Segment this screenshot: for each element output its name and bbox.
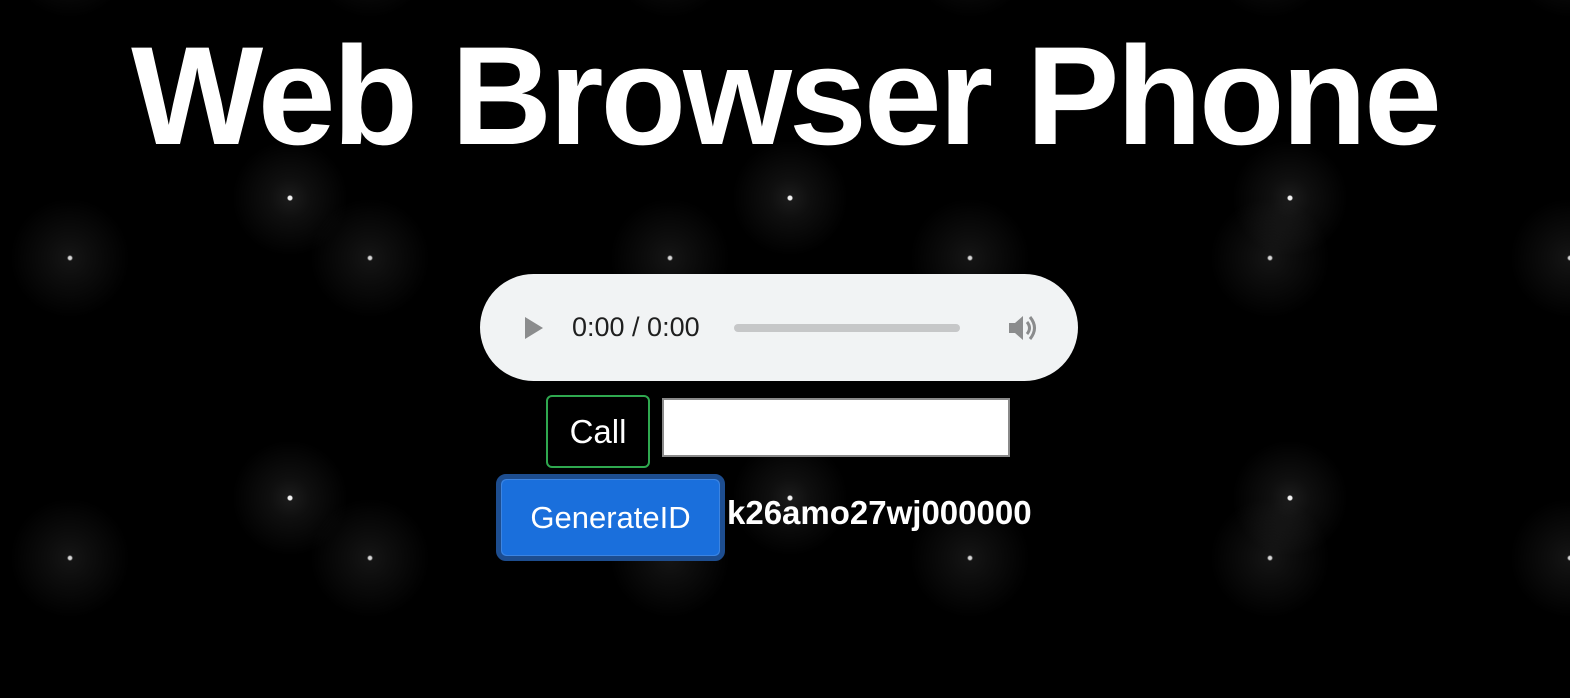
volume-button[interactable]	[1006, 310, 1042, 346]
call-id-input[interactable]	[662, 398, 1010, 457]
seek-bar[interactable]	[733, 323, 960, 332]
audio-player: 0:00 / 0:00	[480, 274, 1078, 381]
volume-icon	[1009, 315, 1036, 340]
page-title: Web Browser Phone	[131, 17, 1442, 174]
generate-id-button-label: GenerateID	[501, 479, 720, 556]
call-button[interactable]: Call	[546, 395, 650, 468]
play-button[interactable]	[520, 314, 548, 342]
generated-id-text: k26amo27wj000000	[727, 494, 1032, 531]
time-display: 0:00 / 0:00	[572, 312, 700, 342]
play-icon	[525, 316, 543, 339]
page-background: Web Browser Phone 0:00 / 0:00 Call Gener…	[0, 0, 1570, 698]
generate-id-button[interactable]: GenerateID	[496, 474, 725, 561]
